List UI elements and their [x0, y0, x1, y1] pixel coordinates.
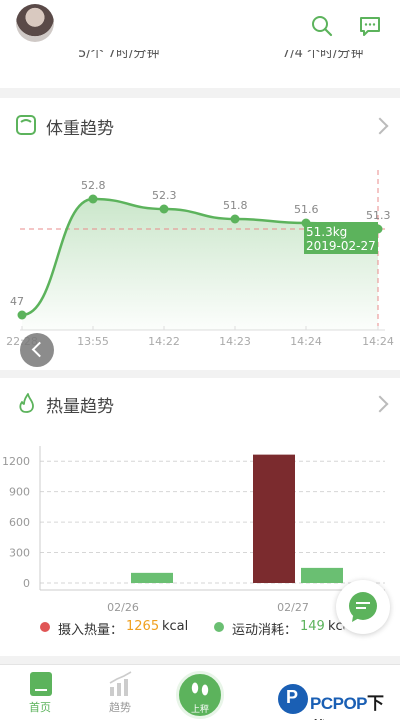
- weight-point: [230, 214, 240, 224]
- tooltip: 51.3kg 2019-02-27: [304, 222, 378, 254]
- app-screen: 5/个 7时/分钟 7/4 个时/分钟 体重趋势 47 52.8 52.3 51.8 5…: [0, 0, 400, 720]
- nav-home[interactable]: 首页: [10, 665, 70, 720]
- footprint-icon: [191, 682, 209, 696]
- weight-data-label: 51.6: [294, 203, 319, 216]
- weight-data-label: 51.8: [223, 199, 248, 212]
- avatar[interactable]: [16, 4, 54, 42]
- weight-data-label: 47: [10, 295, 24, 308]
- calorie-trend-title: 热量趋势: [46, 397, 114, 417]
- trend-icon: [109, 671, 132, 696]
- y-tick-label: 900: [9, 486, 30, 499]
- weight-line-chart[interactable]: 4752.852.351.851.651.3 22:2813:5514:2214…: [0, 150, 400, 360]
- watermark-text: PCPOP下载: [310, 694, 384, 720]
- chat-button[interactable]: [336, 580, 390, 634]
- intake-legend-dot: [40, 622, 50, 632]
- x-tick-label: 14:23: [219, 335, 251, 348]
- watermark-logo: PCPOP下载: [278, 682, 400, 720]
- back-button[interactable]: [20, 333, 54, 367]
- weight-data-label: 52.8: [81, 179, 106, 192]
- nav-weigh-label: 上秤: [190, 705, 209, 715]
- burn-legend-dot: [214, 622, 224, 632]
- flame-icon: [19, 393, 34, 413]
- weight-data-label: 51.3: [366, 209, 391, 222]
- y-tick-label: 600: [9, 516, 30, 529]
- burn-value: 149: [300, 619, 325, 634]
- weight-data-label: 52.3: [152, 189, 177, 202]
- x-tick-label: 02/26: [107, 601, 139, 614]
- x-tick-label: 14:24: [290, 335, 322, 348]
- chat-icon: [349, 592, 377, 622]
- nav-trend[interactable]: 趋势: [90, 665, 150, 720]
- weight-point: [17, 310, 27, 320]
- y-tick-label: 0: [23, 577, 30, 590]
- x-tick-label: 14:24: [362, 335, 394, 348]
- weight-trend-title: 体重趋势: [46, 119, 114, 139]
- logo-icon: [278, 684, 308, 714]
- tooltip-weight: 51.3kg: [306, 225, 347, 239]
- y-tick-label: 1200: [2, 455, 30, 468]
- x-tick-label: 02/27: [277, 601, 309, 614]
- chevron-right-icon[interactable]: [371, 395, 389, 413]
- scale-icon: [16, 115, 36, 135]
- nav-weigh-button[interactable]: 上秤: [176, 671, 224, 719]
- intake-label: 摄入热量：: [58, 623, 124, 638]
- search-icon[interactable]: [310, 14, 334, 38]
- weight-point: [159, 204, 169, 214]
- weight-area-fill: [22, 199, 378, 330]
- intake-bar: [253, 454, 295, 583]
- intake-value: 1265: [126, 619, 160, 634]
- burn-bar: [131, 572, 173, 583]
- x-tick-label: 14:22: [148, 335, 180, 348]
- intake-unit: kcal: [162, 619, 189, 634]
- summary-left: 5/个 7时/分钟: [78, 46, 160, 61]
- nav-trend-label: 趋势: [109, 701, 131, 714]
- x-tick-label: 13:55: [77, 335, 109, 348]
- nav-home-label: 首页: [29, 701, 51, 714]
- tooltip-date: 2019-02-27: [306, 239, 376, 253]
- header: 5/个 7时/分钟 7/4 个时/分钟: [0, 0, 400, 88]
- home-icon: [30, 672, 52, 696]
- burn-label: 运动消耗：: [232, 623, 298, 638]
- message-icon[interactable]: [358, 14, 382, 38]
- weight-point: [88, 194, 98, 204]
- summary-row: 5/个 7时/分钟 7/4 个时/分钟: [0, 40, 400, 62]
- y-tick-label: 300: [9, 547, 30, 560]
- chevron-right-icon[interactable]: [371, 117, 389, 135]
- summary-right: 7/4 个时/分钟: [282, 46, 364, 61]
